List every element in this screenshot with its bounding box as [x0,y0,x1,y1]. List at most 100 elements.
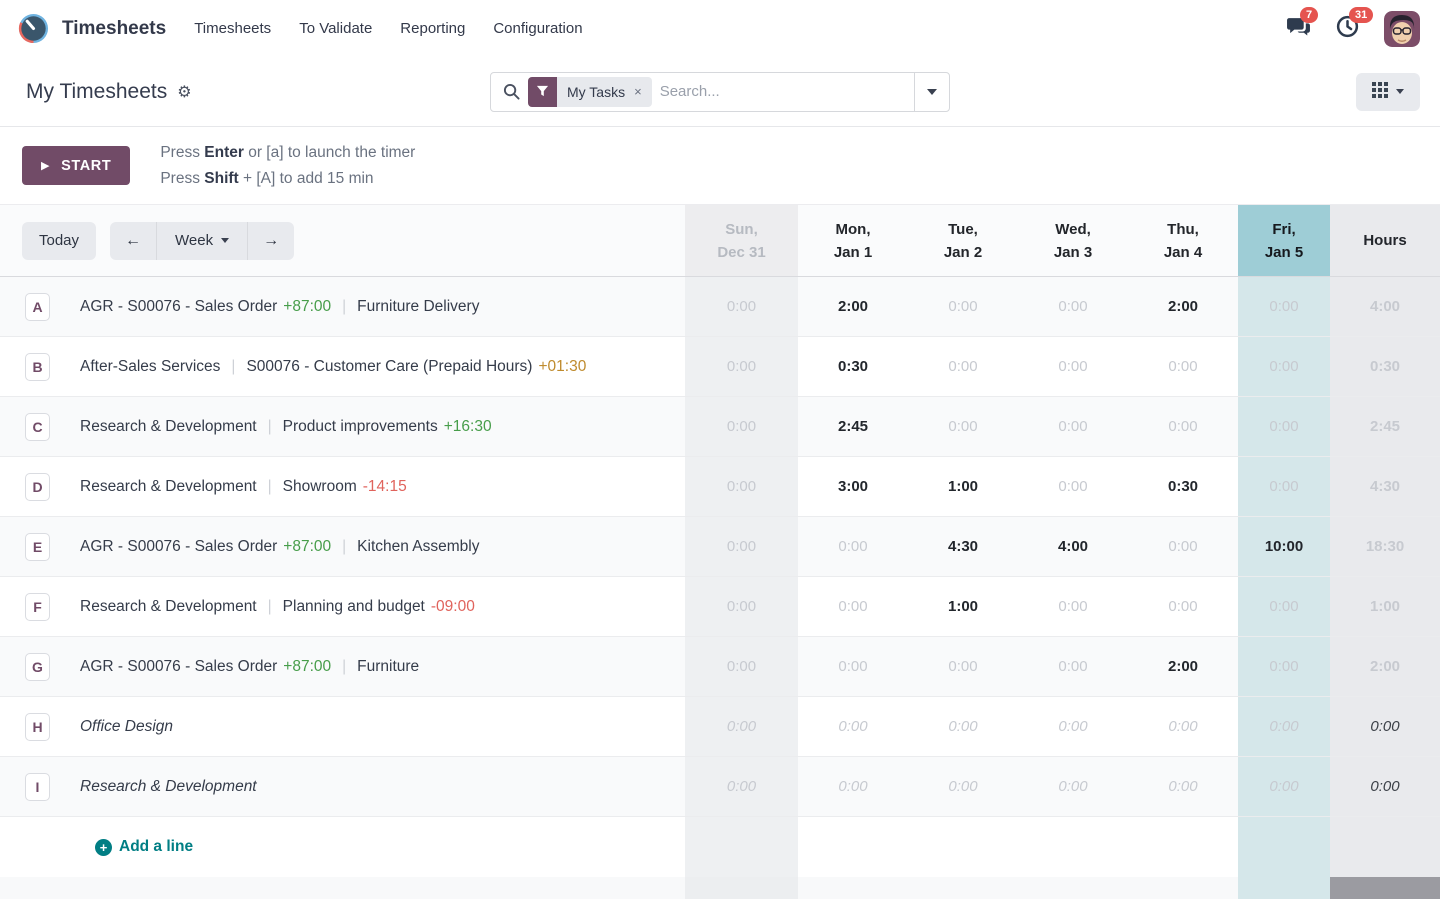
stopwatch-app-icon[interactable] [18,13,49,44]
grid-cell[interactable]: 3:00 [798,457,908,516]
timesheet-row: GAGR - S00076 - Sales Order+87:00|Furnit… [0,637,1440,697]
row-title[interactable]: AGR - S00076 - Sales Order+87:00|Furnitu… [80,658,419,676]
column-day-label: Tue, [948,218,978,241]
grid-cell[interactable]: 0:00 [798,697,908,756]
search-input[interactable] [660,83,914,100]
grid-cell[interactable]: 0:00 [1128,577,1238,636]
grid-cell[interactable]: 0:00 [685,697,798,756]
grid-cell[interactable]: 0:00 [685,337,798,396]
grid-cell[interactable]: 4:30 [908,517,1018,576]
grid-cell[interactable]: 0:00 [798,517,908,576]
range-selector-button[interactable]: Week [156,222,247,260]
grid-cell[interactable]: 0:00 [1128,757,1238,816]
grid-cell[interactable]: 0:00 [685,277,798,336]
activities-button[interactable]: 31 [1335,14,1360,44]
grid-cell[interactable]: 0:30 [1128,457,1238,516]
row-title[interactable]: Research & Development [80,778,257,796]
nav-item-timesheets[interactable]: Timesheets [194,20,271,37]
grid-cell[interactable]: 4:00 [1018,517,1128,576]
grid-cell[interactable]: 0:00 [798,757,908,816]
add-line-button[interactable]: + Add a line [95,838,193,856]
grid-cell[interactable]: 0:00 [1128,697,1238,756]
row-title[interactable]: Research & Development|Product improveme… [80,418,492,436]
row-title[interactable]: Research & Development|Planning and budg… [80,598,475,616]
grid-cell[interactable]: 0:00 [685,397,798,456]
grid-cell[interactable]: 1:00 [908,457,1018,516]
grid-cell[interactable]: 10:00 [1238,517,1330,576]
grid-cell[interactable]: 0:00 [1238,397,1330,456]
grid-cell[interactable]: 0:30 [798,337,908,396]
grid-cell[interactable]: 0:00 [908,397,1018,456]
user-avatar[interactable] [1384,11,1420,47]
grid-cell[interactable]: 0:00 [1238,457,1330,516]
timer-hint-line2: Press Shift + [A] to add 15 min [160,166,415,192]
navbar-right: 7 31 [1286,11,1420,47]
start-timer-button[interactable]: ▶ START [22,146,130,185]
grid-cell[interactable]: 0:00 [685,517,798,576]
grid-cell[interactable]: 0:00 [685,637,798,696]
view-switcher-button[interactable] [1356,73,1420,111]
grid-cell[interactable]: 0:00 [1018,337,1128,396]
grid-cell[interactable]: 2:45 [798,397,908,456]
grid-cell[interactable]: 0:00 [1238,757,1330,816]
grid-cell[interactable]: 2:00 [798,277,908,336]
grid-cell[interactable]: 2:00 [1128,277,1238,336]
grid-cell[interactable]: 2:00 [1128,637,1238,696]
grid-cell[interactable]: 0:00 [1018,637,1128,696]
row-label: IResearch & Development [0,757,685,816]
nav-item-reporting[interactable]: Reporting [400,20,465,37]
row-total-cell: 4:00 [1330,277,1440,336]
row-title[interactable]: Research & Development|Showroom-14:15 [80,478,407,496]
grid-cell[interactable]: 0:00 [1238,337,1330,396]
grid-cell[interactable]: 0:00 [1128,397,1238,456]
facet-remove-icon[interactable]: × [634,84,642,99]
grid-cell[interactable]: 0:00 [908,337,1018,396]
arrow-right-icon: → [263,232,279,249]
grid-cell[interactable]: 0:00 [908,697,1018,756]
grid-cell[interactable]: 0:00 [1018,697,1128,756]
separator: | [268,598,272,615]
grid-cell[interactable]: 0:00 [1018,397,1128,456]
timesheet-row: AAGR - S00076 - Sales Order+87:00|Furnit… [0,277,1440,337]
grid-cell[interactable]: 0:00 [1238,577,1330,636]
grid-cell[interactable]: 0:00 [1238,277,1330,336]
row-title[interactable]: AGR - S00076 - Sales Order+87:00|Furnitu… [80,298,479,316]
previous-period-button[interactable]: ← [110,222,156,260]
row-total-cell: 0:30 [1330,337,1440,396]
gear-icon[interactable]: ⚙ [177,82,191,102]
grid-cell[interactable]: 0:00 [908,277,1018,336]
nav-item-configuration[interactable]: Configuration [493,20,582,37]
search-dropdown-toggle[interactable] [914,73,949,111]
grid-cell[interactable]: 0:00 [685,457,798,516]
grid-cell[interactable]: 0:00 [798,637,908,696]
today-button[interactable]: Today [22,222,96,260]
grid-cell[interactable]: 0:00 [685,757,798,816]
row-label: FResearch & Development|Planning and bud… [0,577,685,636]
range-label: Week [175,232,213,249]
grid-cell[interactable]: 0:00 [1018,277,1128,336]
project-delta: +87:00 [283,538,331,555]
column-header-fri: Fri,Jan 5 [1238,205,1330,276]
grid-cell[interactable]: 0:00 [1128,337,1238,396]
grid-cell[interactable]: 0:00 [1238,697,1330,756]
grid-cell[interactable]: 1:00 [908,577,1018,636]
row-title[interactable]: Office Design [80,718,173,736]
nav-item-to-validate[interactable]: To Validate [299,20,372,37]
app-name[interactable]: Timesheets [62,18,166,40]
messages-button[interactable]: 7 [1286,14,1311,44]
grid-cell[interactable]: 0:00 [1018,757,1128,816]
next-period-button[interactable]: → [247,222,294,260]
column-day-label: Wed, [1055,218,1091,241]
grid-cell[interactable]: 0:00 [798,577,908,636]
grid-cell[interactable]: 0:00 [908,637,1018,696]
grid-cell[interactable]: 0:00 [1128,517,1238,576]
grid-cell[interactable]: 0:00 [1018,457,1128,516]
row-letter-badge: H [25,713,50,741]
grid-cell[interactable]: 0:00 [1238,637,1330,696]
facet-label: My Tasks [567,84,625,100]
grid-cell[interactable]: 0:00 [685,577,798,636]
row-title[interactable]: After-Sales Services|S00076 - Customer C… [80,358,586,376]
row-title[interactable]: AGR - S00076 - Sales Order+87:00|Kitchen… [80,538,480,556]
grid-cell[interactable]: 0:00 [1018,577,1128,636]
grid-cell[interactable]: 0:00 [908,757,1018,816]
